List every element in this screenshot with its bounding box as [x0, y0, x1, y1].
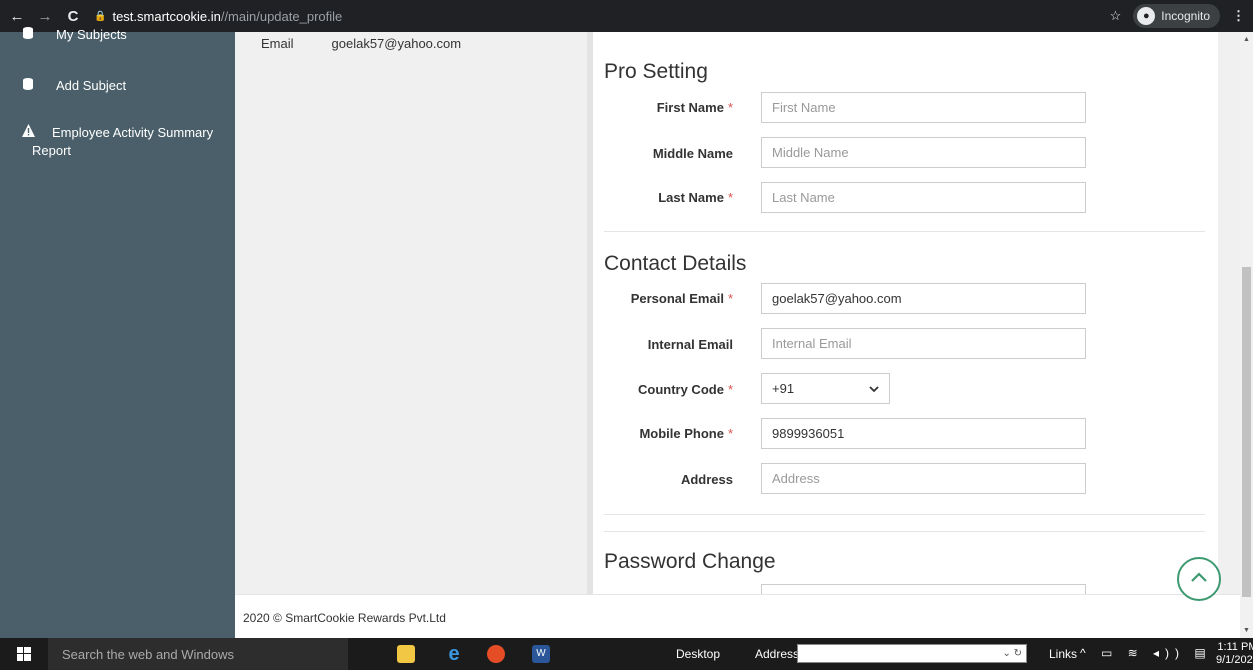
incognito-icon: ● — [1137, 7, 1156, 25]
taskbar-clock[interactable]: 1:11 PM 9/1/2020 — [1216, 641, 1253, 667]
last-name-label: Last Name * — [658, 190, 733, 205]
content-gutter — [1218, 32, 1240, 594]
taskbar-search[interactable]: Search the web and Windows — [48, 638, 348, 670]
internal-email-label: Internal Email — [647, 337, 733, 352]
desktop-toolbar-label[interactable]: Desktop — [676, 647, 720, 661]
country-code-value: +91 — [772, 381, 795, 396]
mobile-phone-input[interactable] — [761, 418, 1086, 449]
country-code-label: Country Code * — [637, 382, 733, 397]
last-name-input[interactable] — [761, 182, 1086, 213]
windows-taskbar: Search the web and Windows e W Desktop A… — [0, 638, 1253, 670]
page-footer: 2020 © SmartCookie Rewards Pvt.Ltd — [235, 594, 1240, 638]
section-title-contact: Contact Details — [604, 252, 747, 275]
password-input[interactable] — [761, 584, 1086, 594]
sidebar-item-label: My Subjects — [56, 27, 127, 42]
sidebar-item-my-subjects[interactable]: My Subjects — [22, 26, 127, 44]
sidebar-item-employee-activity[interactable]: Employee Activity Summary Report — [22, 124, 222, 160]
address-label: Address — [680, 472, 733, 487]
word-icon[interactable]: W — [532, 645, 550, 663]
incognito-badge[interactable]: ● Incognito — [1133, 4, 1220, 28]
section-title-pro-setting: Pro Setting — [604, 60, 708, 83]
back-button[interactable]: ← — [6, 8, 28, 25]
middle-name-input[interactable] — [761, 137, 1086, 168]
links-toolbar-label[interactable]: Links — [1049, 647, 1077, 661]
page-scrollbar[interactable]: ▲ ▼ — [1240, 32, 1253, 638]
taskbar-address-input[interactable]: ⌄ ↻ — [797, 644, 1027, 663]
section-divider — [604, 231, 1205, 232]
country-code-select[interactable]: +91 — [761, 373, 890, 404]
database-icon — [22, 26, 36, 43]
sidebar-item-add-subject[interactable]: Add Subject — [22, 77, 126, 95]
edge-icon[interactable]: e — [445, 644, 463, 664]
sidebar-item-label: Employee Activity Summary Report — [32, 125, 214, 158]
first-name-label: First Name * — [656, 100, 733, 115]
system-tray-icons[interactable]: ^ ▭ ≋ ◂)) ▤ — [1080, 646, 1212, 660]
address-toolbar-label: Address — [755, 647, 800, 661]
profile-summary-panel: Email goelak57@yahoo.com — [235, 32, 587, 594]
mobile-phone-label: Mobile Phone * — [639, 426, 733, 441]
email-value: goelak57@yahoo.com — [331, 36, 462, 51]
menu-icon[interactable]: ⋮ — [1232, 8, 1245, 24]
section-divider — [604, 531, 1205, 532]
url-path: //main/update_profile — [220, 8, 343, 24]
section-divider — [604, 514, 1205, 515]
first-name-input[interactable] — [761, 92, 1086, 123]
windows-logo-icon — [17, 647, 31, 661]
incognito-label: Incognito — [1161, 9, 1210, 23]
address-input[interactable] — [761, 463, 1086, 494]
middle-name-label: Middle Name — [652, 146, 733, 161]
personal-email-input[interactable] — [761, 283, 1086, 314]
address-bar[interactable]: 🔒 test.smartcookie.in //main/update_prof… — [94, 9, 342, 24]
scroll-to-top-button[interactable] — [1177, 557, 1221, 601]
file-explorer-icon[interactable] — [397, 645, 415, 663]
chevron-down-icon — [869, 381, 879, 396]
scroll-up-icon[interactable]: ▲ — [1243, 36, 1250, 43]
chevron-up-icon — [1190, 570, 1208, 588]
reload-button[interactable]: C — [62, 8, 84, 25]
windows-start-button[interactable] — [0, 638, 48, 670]
email-label: Email — [261, 36, 294, 51]
clock-time: 1:11 PM — [1217, 641, 1253, 653]
star-icon[interactable]: ☆ — [1110, 8, 1122, 24]
lock-icon: 🔒 — [94, 10, 107, 22]
forward-button[interactable]: → — [34, 8, 56, 25]
internal-email-input[interactable] — [761, 328, 1086, 359]
sidebar-item-label: Add Subject — [56, 78, 127, 93]
scroll-down-icon[interactable]: ▼ — [1243, 627, 1250, 634]
database-icon — [22, 77, 36, 94]
profile-form: Pro Setting First Name* Middle Name Last… — [593, 32, 1218, 594]
footer-copyright: 2020 © SmartCookie Rewards Pvt.Ltd — [243, 611, 446, 625]
scrollbar-thumb[interactable] — [1242, 267, 1251, 597]
section-title-password: Password Change — [604, 550, 776, 573]
clock-date: 9/1/2020 — [1216, 654, 1253, 666]
chrome-icon[interactable] — [487, 645, 505, 663]
url-host: test.smartcookie.in — [112, 8, 221, 24]
browser-toolbar: ← → C 🔒 test.smartcookie.in //main/updat… — [0, 0, 1253, 32]
personal-email-label: Personal Email * — [630, 291, 733, 306]
sidebar: My Subjects Add Subject Employee Activit… — [0, 27, 235, 638]
